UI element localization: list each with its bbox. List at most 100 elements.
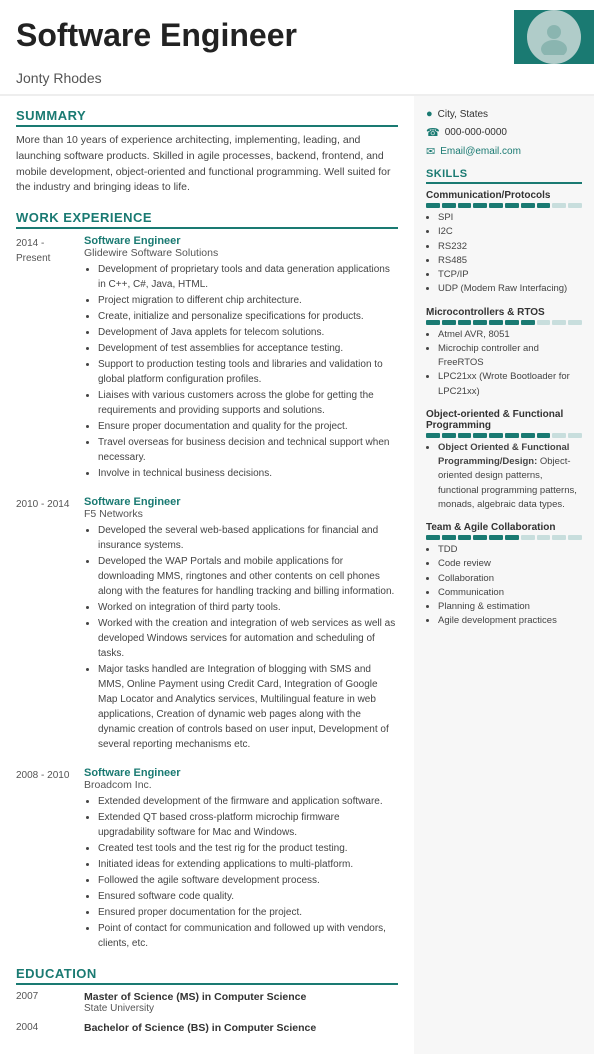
skill-bar-segment	[552, 320, 566, 325]
skill-bar-segment	[426, 433, 440, 438]
skill-bar-segment	[442, 203, 456, 208]
job-bullets: Development of proprietary tools and dat…	[84, 262, 398, 481]
skill-bar-segment	[537, 535, 551, 540]
list-item: LPC21xx (Wrote Bootloader for LPC21xx)	[438, 370, 582, 399]
skills-section-title: SKILLS	[426, 168, 582, 184]
list-item: Development of proprietary tools and dat…	[98, 262, 398, 292]
skill-group: Team & Agile Collaboration TDD Code revi…	[426, 522, 582, 629]
edu-degree: Master of Science (MS) in Computer Scien…	[84, 991, 306, 1003]
job-item: 2014 -Present Software Engineer Glidewir…	[16, 235, 398, 482]
skill-group: Communication/Protocols SPI I2C RS232 RS…	[426, 190, 582, 297]
skill-bar-segment	[568, 433, 582, 438]
skill-bar-segment	[537, 433, 551, 438]
list-item: RS232	[438, 240, 582, 254]
list-item: Liaises with various customers across th…	[98, 388, 398, 418]
list-item: Atmel AVR, 8051	[438, 328, 582, 342]
skill-bar-segment	[473, 203, 487, 208]
list-item: Ensured software code quality.	[98, 889, 398, 904]
skill-list: SPI I2C RS232 RS485 TCP/IP UDP (Modem Ra…	[426, 211, 582, 297]
email-text: Email@email.com	[440, 146, 521, 157]
edu-degree: Bachelor of Science (BS) in Computer Sci…	[84, 1022, 316, 1034]
job-item: 2008 - 2010 Software Engineer Broadcom I…	[16, 767, 398, 952]
list-item: UDP (Modem Raw Interfacing)	[438, 282, 582, 296]
skill-bar	[426, 433, 582, 438]
avatar-container	[514, 10, 594, 64]
skill-bar-segment	[552, 535, 566, 540]
skill-bar-segment	[426, 203, 440, 208]
list-item: Planning & estimation	[438, 600, 582, 614]
skill-group: Object-oriented & Functional Programming…	[426, 409, 582, 512]
education-item: 2004 Bachelor of Science (BS) in Compute…	[16, 1022, 398, 1034]
list-item: Point of contact for communication and f…	[98, 921, 398, 951]
skill-bar-segment	[568, 203, 582, 208]
list-item: Developed the several web-based applicat…	[98, 523, 398, 553]
skill-bar-segment	[458, 320, 472, 325]
list-item: Travel overseas for business decision an…	[98, 435, 398, 465]
skill-bar-segment	[489, 535, 503, 540]
location-icon: ●	[426, 108, 433, 120]
skill-bar-segment	[521, 433, 535, 438]
skill-bar-segment	[521, 320, 535, 325]
list-item: Involve in technical business decisions.	[98, 466, 398, 481]
list-item: Developed the WAP Portals and mobile app…	[98, 554, 398, 599]
list-item: Followed the agile software development …	[98, 873, 398, 888]
edu-year: 2007	[16, 991, 84, 1014]
list-item: Code review	[438, 557, 582, 571]
skill-bar-segment	[442, 535, 456, 540]
list-item: Extended development of the firmware and…	[98, 794, 398, 809]
skill-list: Atmel AVR, 8051 Microchip controller and…	[426, 328, 582, 399]
skill-group-name: Object-oriented & Functional Programming	[426, 409, 582, 431]
skill-bar-segment	[426, 320, 440, 325]
job-title: Software Engineer	[84, 235, 398, 247]
avatar	[527, 10, 581, 64]
edu-year: 2004	[16, 1022, 84, 1034]
phone-text: 000-000-0000	[445, 127, 507, 138]
header-left: Software Engineer	[0, 10, 514, 64]
education-item: 2007 Master of Science (MS) in Computer …	[16, 991, 398, 1014]
edu-content: Master of Science (MS) in Computer Scien…	[84, 991, 306, 1014]
skill-bar-segment	[505, 320, 519, 325]
phone-icon: ☎	[426, 126, 440, 139]
job-content: Software Engineer Glidewire Software Sol…	[84, 235, 398, 482]
skill-list: Object Oriented & Functional Programming…	[426, 441, 582, 512]
job-date: 2008 - 2010	[16, 767, 84, 952]
list-item: Development of test assemblies for accep…	[98, 341, 398, 356]
list-item: TDD	[438, 543, 582, 557]
list-item: Initiated ideas for extending applicatio…	[98, 857, 398, 872]
main-content: SUMMARY More than 10 years of experience…	[0, 96, 594, 1054]
list-item: Created test tools and the test rig for …	[98, 841, 398, 856]
job-company: Broadcom Inc.	[84, 779, 398, 791]
skill-bar-segment	[537, 320, 551, 325]
list-item: RS485	[438, 254, 582, 268]
list-item: I2C	[438, 225, 582, 239]
skill-bar	[426, 203, 582, 208]
summary-text: More than 10 years of experience archite…	[16, 133, 398, 196]
skill-group: Microcontrollers & RTOS Atmel AVR, 8051 …	[426, 307, 582, 399]
skill-bar-segment	[442, 320, 456, 325]
contact-location: ● City, States	[426, 108, 582, 120]
edu-school: State University	[84, 1003, 306, 1014]
page-title: Software Engineer	[16, 18, 498, 53]
job-item: 2010 - 2014 Software Engineer F5 Network…	[16, 496, 398, 753]
job-company: Glidewire Software Solutions	[84, 247, 398, 259]
skill-bar-segment	[552, 203, 566, 208]
list-item: Support to production testing tools and …	[98, 357, 398, 387]
list-item: Major tasks handled are Integration of b…	[98, 662, 398, 752]
skill-bar-segment	[568, 535, 582, 540]
list-item: Create, initialize and personalize speci…	[98, 309, 398, 324]
list-item: Object Oriented & Functional Programming…	[438, 441, 582, 512]
skill-group-name: Team & Agile Collaboration	[426, 522, 582, 533]
skill-bar-segment	[521, 535, 535, 540]
list-item: Collaboration	[438, 572, 582, 586]
person-icon	[536, 19, 572, 55]
skill-bar	[426, 535, 582, 540]
skill-bar-segment	[473, 320, 487, 325]
job-title: Software Engineer	[84, 767, 398, 779]
skill-bar-segment	[442, 433, 456, 438]
skill-bar-segment	[568, 320, 582, 325]
skill-bar-segment	[521, 203, 535, 208]
job-bullets: Extended development of the firmware and…	[84, 794, 398, 951]
list-item: Microchip controller and FreeRTOS	[438, 342, 582, 371]
list-item: Agile development practices	[438, 614, 582, 628]
list-item: Extended QT based cross-platform microch…	[98, 810, 398, 840]
